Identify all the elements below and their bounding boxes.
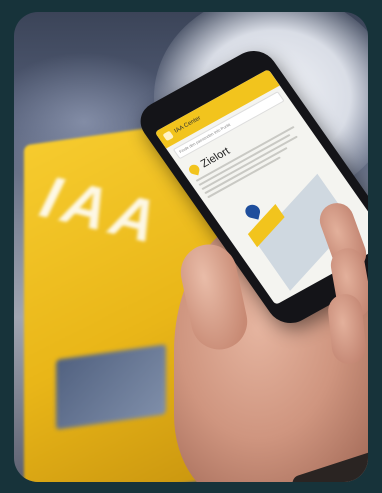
- menu-icon: [162, 130, 175, 142]
- location-pin-icon: [188, 163, 201, 176]
- app-title: IAA Center: [173, 115, 203, 135]
- map-marker-icon: [244, 203, 262, 220]
- photo-frame: IAA IAA Center Finde den passenden Info …: [14, 12, 368, 482]
